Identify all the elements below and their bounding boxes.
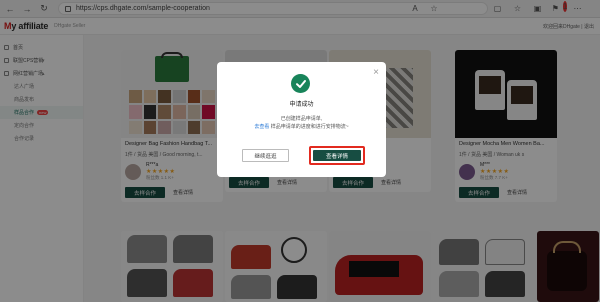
continue-browsing-button[interactable]: 继续逛逛 [242,149,289,162]
dialog-message-2: 去查看 样品申请单的进度和进行安排物流~ [217,123,386,130]
dialog-message: 已创建样品申请单, [280,116,323,122]
highlight-box: 查看详情 [309,146,365,165]
success-check-icon [291,74,310,93]
close-icon[interactable]: × [373,68,379,78]
view-details-button[interactable]: 查看详情 [313,150,361,161]
success-dialog: × 申请成功 已创建样品申请单, 去查看 样品申请单的进度和进行安排物流~ 继续… [217,62,386,177]
dialog-title: 申请成功 [289,102,314,108]
dialog-message-rest: 样品申请单的进度和进行安排物流~ [270,124,349,130]
view-link[interactable]: 去查看 [254,124,269,130]
